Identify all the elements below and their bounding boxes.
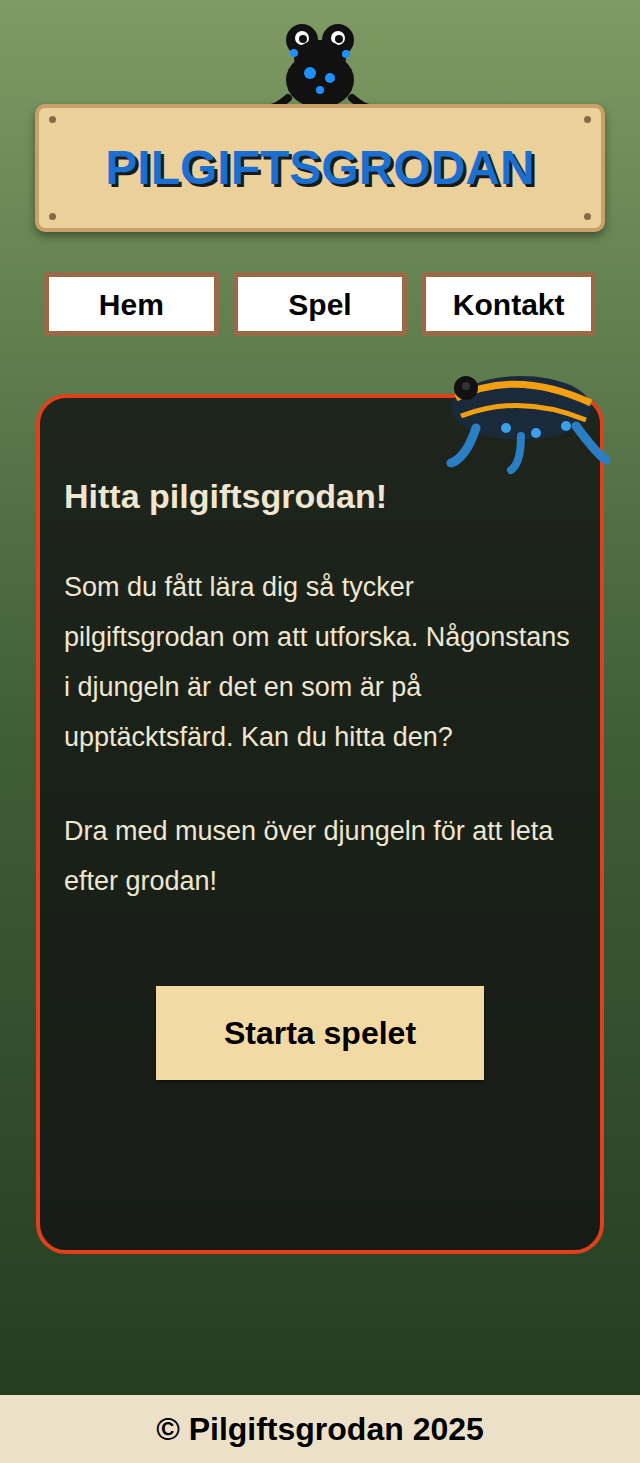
header: PILGIFTSGRODAN bbox=[0, 0, 640, 232]
game-card: Hitta pilgiftsgrodan! Som du fått lära di… bbox=[36, 394, 604, 1254]
start-button[interactable]: Starta spelet bbox=[156, 986, 484, 1080]
card-paragraph: Som du fått lära dig så tycker pilgiftsg… bbox=[64, 562, 576, 762]
card-paragraph: Dra med musen över djungeln för att leta… bbox=[64, 806, 576, 906]
card-heading: Hitta pilgiftsgrodan! bbox=[64, 474, 576, 518]
main: PILGIFTSGRODAN HemSpelKontakt Hitta pilgif… bbox=[0, 0, 640, 1395]
footer-text: © Pilgiftsgrodan 2025 bbox=[156, 1405, 484, 1453]
nail bbox=[49, 213, 56, 220]
footer: © Pilgiftsgrodan 2025 bbox=[0, 1395, 640, 1463]
nav-button[interactable]: Kontakt bbox=[421, 272, 596, 336]
nail bbox=[584, 213, 591, 220]
nav-button[interactable]: Hem bbox=[44, 272, 219, 336]
nail bbox=[584, 116, 591, 123]
nav: HemSpelKontakt bbox=[0, 272, 640, 336]
page: PILGIFTSGRODAN HemSpelKontakt Hitta pilgif… bbox=[0, 0, 640, 1463]
logo-sign: PILGIFTSGRODAN bbox=[35, 104, 605, 232]
frog-logo-icon bbox=[260, 18, 380, 118]
logo-title: PILGIFTSGRODAN bbox=[105, 132, 534, 204]
nail bbox=[49, 116, 56, 123]
frog-decoration-icon bbox=[426, 348, 616, 478]
nav-button[interactable]: Spel bbox=[233, 272, 408, 336]
